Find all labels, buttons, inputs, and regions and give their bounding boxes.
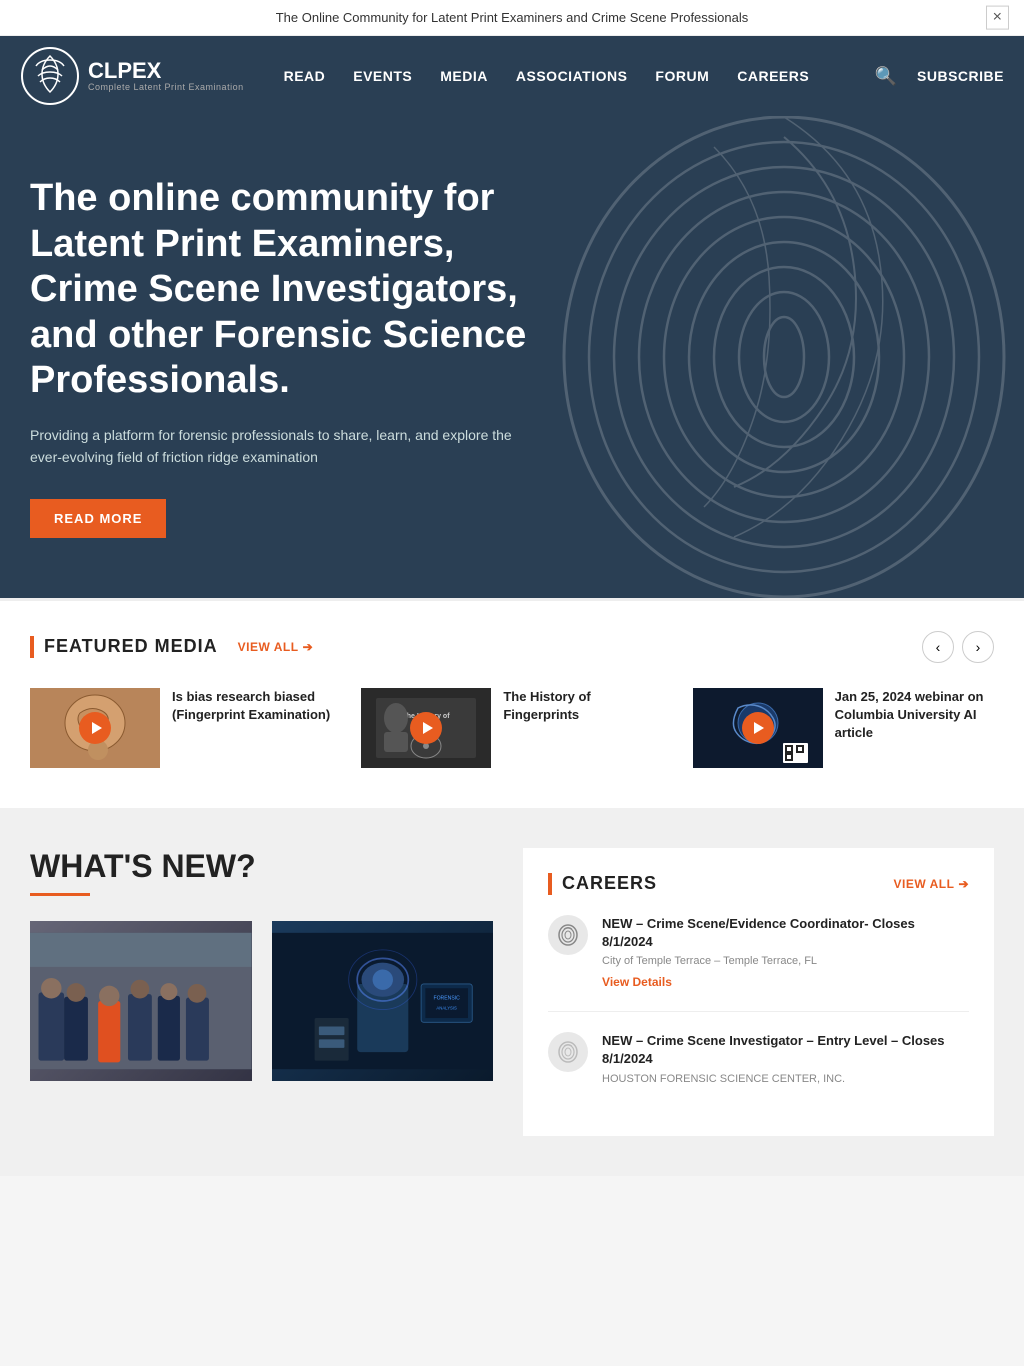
banner-close-button[interactable]: × [986,5,1009,30]
nav-media[interactable]: MEDIA [440,68,488,84]
career-location-1: City of Temple Terrace – Temple Terrace,… [602,955,969,967]
career-title-2: NEW – Crime Scene Investigator – Entry L… [602,1032,969,1068]
media-thumb-3 [693,688,823,768]
hero-content: The online community for Latent Print Ex… [30,176,530,538]
media-thumb-2: The History of Fingerp [361,688,491,768]
hero-subtext: Providing a platform for forensic profes… [30,424,530,469]
play-button-3[interactable] [742,712,774,744]
search-icon[interactable]: 🔍 [875,66,897,87]
logo-icon [20,46,80,106]
hero-fingerprint-decoration [484,116,1024,598]
career-info-2: NEW – Crime Scene Investigator – Entry L… [602,1032,969,1090]
top-banner: The Online Community for Latent Print Ex… [0,0,1024,36]
nav-careers[interactable]: CAREERS [737,68,809,84]
logo-subtext: Complete Latent Print Examination [88,82,244,92]
news-image-svg-police [30,921,252,1081]
news-card-image-police [30,921,252,1081]
career-location-2: HOUSTON FORENSIC SCIENCE CENTER, INC. [602,1073,969,1085]
hero-cta-button[interactable]: READ MORE [30,499,166,538]
media-item[interactable]: The History of Fingerp The History of Fi… [361,688,662,768]
careers-section: CAREERS VIEW ALL ➔ NEW – Crime Scene/Evi… [523,848,994,1136]
nav-right: 🔍 SUBSCRIBE [875,66,1004,87]
media-title-1: Is bias research biased (Fingerprint Exa… [172,688,331,768]
career-title-1: NEW – Crime Scene/Evidence Coordinator- … [602,915,969,951]
news-card-image-tech: FORENSIC ANALYSIS [272,921,494,1081]
media-item[interactable]: Jan 25, 2024 webinar on Columbia Univers… [693,688,994,768]
nav-read[interactable]: READ [284,68,326,84]
logo-name: CLPEX [88,60,244,82]
media-thumb-1 [30,688,160,768]
featured-media-title: FEATURED MEDIA [44,636,218,657]
featured-media-section: FEATURED MEDIA VIEW ALL ➔ ‹ › Is bias [0,598,1024,808]
play-button-1[interactable] [79,712,111,744]
media-title-2: The History of Fingerprints [503,688,662,768]
featured-media-header: FEATURED MEDIA VIEW ALL ➔ ‹ › [30,631,994,663]
nav-links: READ EVENTS MEDIA ASSOCIATIONS FORUM CAR… [284,68,810,84]
career-item: NEW – Crime Scene Investigator – Entry L… [548,1032,969,1110]
media-grid: Is bias research biased (Fingerprint Exa… [30,688,994,768]
whats-new-section: WHAT'S NEW? [30,848,493,1136]
nav-forum[interactable]: FORUM [655,68,709,84]
career-fingerprint-icon-2 [548,1032,588,1072]
career-info-1: NEW – Crime Scene/Evidence Coordinator- … [602,915,969,991]
career-details-link-1[interactable]: View Details [602,975,672,989]
nav-events[interactable]: EVENTS [353,68,412,84]
svg-text:FORENSIC: FORENSIC [433,995,460,1001]
careers-header: CAREERS VIEW ALL ➔ [548,873,969,895]
careers-heading: CAREERS [562,873,894,894]
news-card[interactable]: FORENSIC ANALYSIS [272,921,494,1081]
media-prev-button[interactable]: ‹ [922,631,954,663]
news-card[interactable] [30,921,252,1081]
hero-heading: The online community for Latent Print Ex… [30,176,530,404]
news-image-svg-tech: FORENSIC ANALYSIS [272,921,494,1081]
main-nav: CLPEX Complete Latent Print Examination … [0,36,1024,116]
whats-new-heading: WHAT'S NEW? [30,848,493,885]
arrow-right-icon: ➔ [303,640,314,654]
news-grid: FORENSIC ANALYSIS [30,921,493,1081]
logo[interactable]: CLPEX Complete Latent Print Examination [20,46,244,106]
lower-section: WHAT'S NEW? [0,808,1024,1176]
career-fingerprint-icon [548,915,588,955]
media-item[interactable]: Is bias research biased (Fingerprint Exa… [30,688,331,768]
arrow-right-icon: ➔ [958,877,969,891]
banner-text: The Online Community for Latent Print Ex… [276,10,749,25]
subscribe-button[interactable]: SUBSCRIBE [917,68,1004,84]
media-next-button[interactable]: › [962,631,994,663]
media-nav-arrows: ‹ › [922,631,994,663]
career-item: NEW – Crime Scene/Evidence Coordinator- … [548,915,969,1012]
careers-bar-decoration [548,873,552,895]
play-button-2[interactable] [410,712,442,744]
svg-text:ANALYSIS: ANALYSIS [436,1005,457,1010]
section-bar-decoration [30,636,34,658]
media-title-3: Jan 25, 2024 webinar on Columbia Univers… [835,688,994,768]
hero-section: The online community for Latent Print Ex… [0,116,1024,598]
whats-new-underline [30,893,90,896]
careers-view-all[interactable]: VIEW ALL ➔ [894,877,969,891]
nav-associations[interactable]: ASSOCIATIONS [516,68,628,84]
featured-media-view-all[interactable]: VIEW ALL ➔ [238,640,313,654]
